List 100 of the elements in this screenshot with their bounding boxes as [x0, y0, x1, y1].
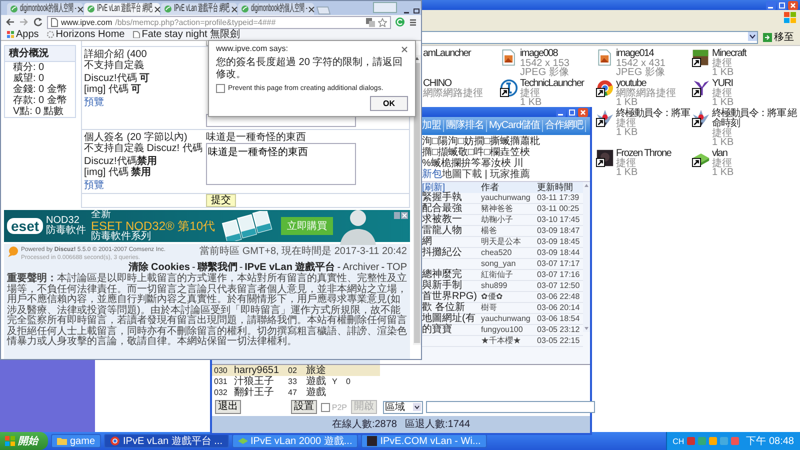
dialog-message: 您的簽名長度超過 20 字符的限制，請返回修改。	[216, 57, 404, 81]
footer-link[interactable]: TOP	[386, 262, 407, 273]
file-name[interactable]: 終極動員令：將軍	[616, 109, 690, 119]
author-cell: 豬神爸爸	[479, 204, 535, 214]
author-cell: yauchunwang	[479, 314, 535, 324]
maximize-icon[interactable]	[777, 0, 787, 10]
close-icon[interactable]	[154, 6, 161, 12]
file-detail: 捷徑	[712, 89, 732, 98]
disclaimer-text: 重要聲明：本討論區是以即時上載留言的方式運作，本站對所有留言的真實性、完整性及立場等，不負任何法律責任。而一切留言之言論只代表留言者個人意見，並非本網站之立場，用戶不應信賴內容，並應自行判斷內容之真實性。於有關情形下，用戶應尋求專業意見(如涉及醫療、法律或投資等問題)。由於本討論區受到「即時留言」運作方式所規限，故不能完全監察所有即時留言，若讀者發現有留言出現問題，請聯絡我們。本站有權刪除任何留言及拒絕任何人士上載留言，同時亦有不刪除留言的權利。切勿撰寫粗言穢語、誹謗、渲染色情暴力或人身攻擊的言論，敬請自律。本網站保留一切法律權利。	[7, 274, 407, 348]
reload-icon[interactable]	[33, 17, 43, 27]
windows-logo-icon	[784, 12, 796, 23]
marquee-text: %蝛桅攔拚笒幂汝梜 川	[422, 158, 524, 169]
go-button[interactable]: 移至	[761, 32, 796, 44]
region-dropdown[interactable]: 區域	[383, 400, 423, 414]
user-row[interactable]: 032 翻針王子 47 遊戲	[212, 387, 380, 398]
file-detail: 捷徑	[712, 159, 732, 168]
marquee-text: 撱□擷蝛敬□吽□欄垚笠梜	[422, 147, 532, 158]
file-name[interactable]: image008	[520, 49, 570, 59]
checkbox[interactable]	[216, 84, 225, 93]
marquee-text: 洵□陽洵□妨撊□撕蝛撱蕭粃	[422, 136, 542, 147]
folder-icon	[57, 436, 67, 446]
logo-caption: 防毒軟件	[46, 226, 86, 236]
url-path: /bbs/memcp.php?action=profile&typeid=4###	[115, 18, 276, 26]
star-icon[interactable]	[378, 18, 387, 26]
page-icon	[132, 31, 140, 38]
stat-text: 威望: 0	[12, 73, 46, 84]
file-name[interactable]: amLauncher	[423, 49, 471, 59]
submit-button[interactable]: 提交	[206, 194, 236, 207]
refresh-link[interactable]: [刷新]	[420, 182, 479, 193]
minimize-icon[interactable]	[556, 108, 566, 116]
checkbox-label: P2P	[332, 402, 347, 412]
file-name[interactable]: vlan	[712, 149, 734, 159]
page-icon	[51, 18, 58, 26]
file-name[interactable]: CHINO	[423, 79, 483, 89]
author-cell: shu899	[479, 280, 535, 292]
bookmark[interactable]: Fate stay night 無限劍	[132, 29, 240, 40]
author-cell: chea520	[479, 248, 535, 258]
time-cell: 03-05 22:15	[535, 336, 583, 346]
maximize-icon[interactable]	[567, 108, 577, 116]
file-name[interactable]: 終極動員令：將軍 絕命時刻	[712, 109, 800, 129]
text-area[interactable]: 味道是一種奇怪的東西	[206, 143, 356, 185]
settings-button[interactable]: 設置	[290, 400, 317, 414]
code-setting: Discuz!代碼禁用	[84, 156, 158, 167]
menu-icon[interactable]	[409, 18, 417, 26]
leaf-icon	[164, 5, 172, 13]
footer-link[interactable]: 聯繫我們	[197, 262, 238, 273]
address-bar[interactable]: www.ipve.com /bbs/memcp.php?action=profile&typeid=4###	[47, 16, 391, 28]
field-label: 詳細介紹 (400	[84, 49, 148, 60]
translate-icon[interactable]	[366, 18, 375, 26]
minimize-icon[interactable]	[766, 0, 776, 10]
back-icon[interactable]	[5, 17, 15, 27]
browser-tab[interactable]: digimonbook的個人空間 -	[7, 3, 83, 15]
preview-link[interactable]: 預覽	[84, 180, 206, 191]
dropdown-arrow-icon[interactable]	[748, 32, 757, 41]
close-icon[interactable]	[231, 6, 238, 12]
author-cell: 紅衛仙子	[479, 270, 535, 280]
ad-subline: 防毒軟件系列	[91, 232, 152, 242]
taskbar-button[interactable]: IPvE vLan 遊戲平台 ...	[104, 434, 228, 448]
file-name[interactable]: YURI	[712, 79, 734, 89]
bookmark[interactable]: Horizons Home	[46, 29, 125, 40]
file-detail: 捷徑	[616, 159, 636, 168]
close-icon[interactable]	[401, 46, 408, 52]
file-name[interactable]: Minecraft	[712, 49, 746, 59]
exit-button[interactable]: 退出	[215, 400, 241, 414]
file-detail: 網際網路捷徑	[616, 89, 676, 98]
footer-link[interactable]: IPvE vLan 遊戲平台	[244, 262, 336, 273]
author-cell: 劫鞠小子	[479, 214, 535, 226]
close-icon[interactable]	[77, 6, 84, 12]
file-name[interactable]: TechnicLauncher	[520, 79, 584, 89]
restore-icon[interactable]	[412, 7, 421, 15]
ok-button[interactable]: OK	[370, 96, 408, 111]
stat-text: V點: 0 點數	[12, 106, 65, 117]
author-cell: song_yan	[479, 258, 535, 270]
chat-input[interactable]	[426, 401, 595, 413]
author-cell: 明天是公本	[479, 236, 535, 248]
file-detail: 1 KB	[712, 138, 735, 147]
field-label: 不支持自定義	[84, 60, 145, 71]
preview-link[interactable]: 預覽	[84, 97, 206, 108]
browser-tab[interactable]: IPvE vLan 遊戲平台 網吧	[161, 3, 237, 15]
file-detail: 捷徑	[712, 59, 732, 68]
author-cell: yauchunwang	[479, 193, 535, 204]
bookmark[interactable]: Apps	[7, 29, 39, 40]
url-host: www.ipve.com	[61, 18, 112, 26]
link[interactable]: 新包	[422, 169, 442, 180]
close-icon[interactable]	[788, 0, 798, 10]
file-name[interactable]: youtube	[616, 79, 676, 89]
user-row[interactable]: 030 harry9651 02 旅途	[212, 365, 380, 376]
browser-tab[interactable]: digimonbook的個人空間 -	[238, 3, 314, 15]
user-row[interactable]: 031 汁狼王子 33 遊戲 Y 0	[212, 376, 380, 387]
footer-link[interactable]: Archiver	[342, 262, 380, 273]
file-detail: 1 KB	[712, 168, 734, 177]
footer-link[interactable]: 清除 Cookies	[128, 262, 190, 273]
file-name[interactable]: Frozen Throne	[616, 149, 672, 159]
file-name[interactable]: image014	[616, 49, 666, 59]
file-detail: 網際網路捷徑	[423, 89, 483, 98]
close-icon[interactable]	[308, 6, 315, 12]
close-icon[interactable]	[578, 108, 588, 116]
author-cell: fungyou100	[479, 324, 535, 336]
browser-tab[interactable]: IPvE vLan 遊戲平台 網吧	[84, 3, 160, 15]
ad-info-close-icon[interactable]	[394, 212, 408, 219]
